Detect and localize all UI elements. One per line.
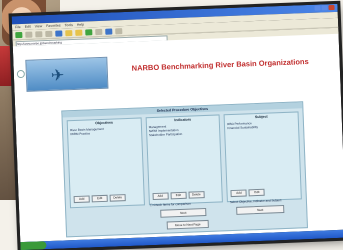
back-circle-icon[interactable] [16,69,26,79]
menu-file[interactable]: File [15,25,21,29]
forward-icon[interactable] [25,31,33,38]
menu-help[interactable]: Help [77,23,84,27]
benchmark-form: Selected Procedure Objectives Objectives… [61,101,308,238]
minimize-button[interactable] [314,5,321,11]
site-logo: ✈ [25,56,109,92]
menu-tools[interactable]: Tools [65,23,73,27]
subject-action-button[interactable]: Next [236,205,285,215]
add-button[interactable]: Add [152,192,169,201]
refresh-icon[interactable] [45,30,53,37]
window-controls [314,4,335,11]
objectives-column: Objectives River Basin Management IWRM P… [66,117,145,209]
history-icon[interactable] [95,28,103,35]
media-icon[interactable] [85,28,93,36]
page-title: NARBO Benchmarking River Basin Organizat… [131,56,309,73]
back-icon[interactable] [15,31,23,38]
start-button[interactable] [20,241,47,250]
edit-button[interactable]: Edit [91,194,108,203]
delete-button[interactable]: Delete [188,191,205,199]
edit-button[interactable]: Edit [170,191,187,200]
menu-view[interactable]: View [35,24,43,28]
checkbox[interactable]: ☐ [150,203,153,207]
mail-icon[interactable] [105,27,113,35]
maximize-button[interactable] [321,5,328,11]
print-icon[interactable] [115,27,123,34]
menu-edit[interactable]: Edit [25,25,31,29]
next-button[interactable]: Next [160,208,207,218]
monitor-screen: File Edit View Favorites Tools Help http… [11,3,343,250]
indicators-column: Indicators Management IWRM Implementatio… [145,114,224,206]
search-icon[interactable] [65,29,73,36]
close-button[interactable] [328,4,335,11]
favorites-icon[interactable] [75,29,83,36]
stop-icon[interactable] [35,30,43,37]
edit-button[interactable]: Edit [248,188,266,197]
add-button[interactable]: Add [73,195,90,204]
subject-column: Subject RBO Performance Financial Sustai… [223,111,302,203]
web-page: ✈ NARBO Benchmarking River Basin Organiz… [12,33,343,243]
add-button[interactable]: Add [230,189,248,198]
bird-icon: ✈ [50,67,65,85]
delete-button[interactable]: Delete [109,194,126,202]
menu-favorites[interactable]: Favorites [46,23,61,28]
move-next-page-button[interactable]: Move to Next Page [166,219,209,230]
home-icon[interactable] [55,29,63,37]
